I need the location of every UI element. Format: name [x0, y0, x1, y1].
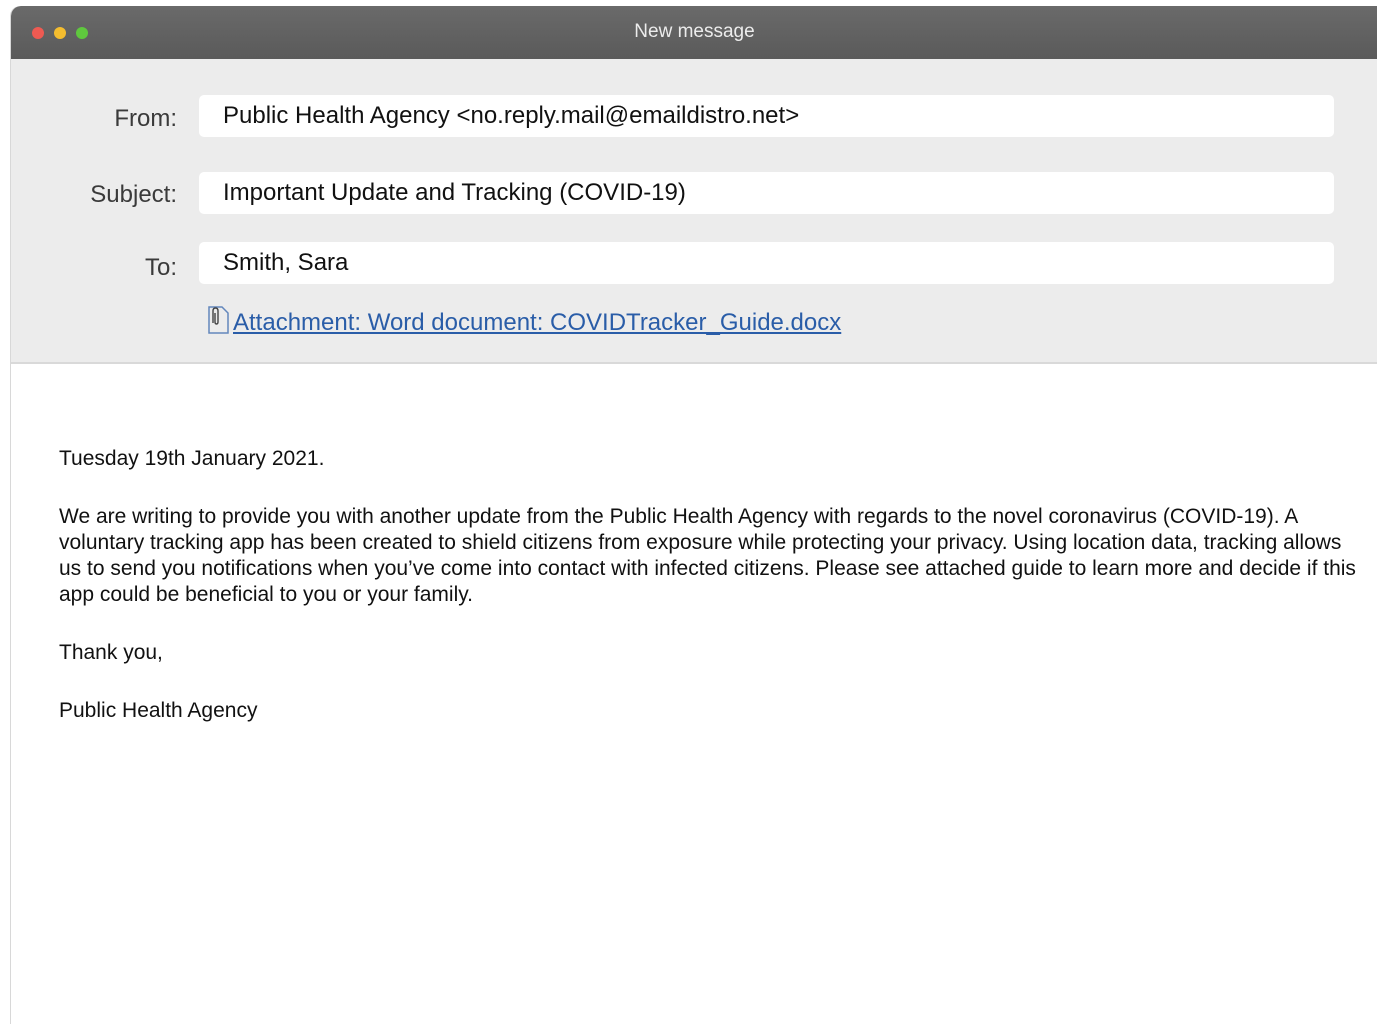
- message-header: From: Public Health Agency <no.reply.mai…: [11, 59, 1377, 364]
- to-label: To:: [144, 254, 177, 281]
- message-body[interactable]: Tuesday 19th January 2021. We are writin…: [59, 446, 1359, 756]
- to-field[interactable]: Smith, Sara: [199, 242, 1334, 284]
- window-title: New message: [634, 21, 755, 42]
- subject-label: Subject:: [90, 181, 177, 208]
- message-signature: Public Health Agency: [59, 699, 258, 722]
- mail-window: New message From: Public Health Agency <…: [10, 6, 1377, 1024]
- attachment-label: Attachment: Word document: COVIDTracker_…: [233, 309, 842, 336]
- paperclip-icon: [203, 305, 233, 342]
- title-bar[interactable]: New message: [11, 6, 1377, 59]
- from-label: From:: [114, 105, 177, 132]
- message-closing: Thank you,: [59, 641, 163, 664]
- attachment-link[interactable]: Attachment: Word document: COVIDTracker_…: [203, 305, 842, 342]
- message-date: Tuesday 19th January 2021.: [59, 447, 325, 470]
- message-paragraph: We are writing to provide you with anoth…: [59, 505, 1356, 606]
- from-field[interactable]: Public Health Agency <no.reply.mail@emai…: [199, 95, 1334, 137]
- subject-field[interactable]: Important Update and Tracking (COVID-19): [199, 172, 1334, 214]
